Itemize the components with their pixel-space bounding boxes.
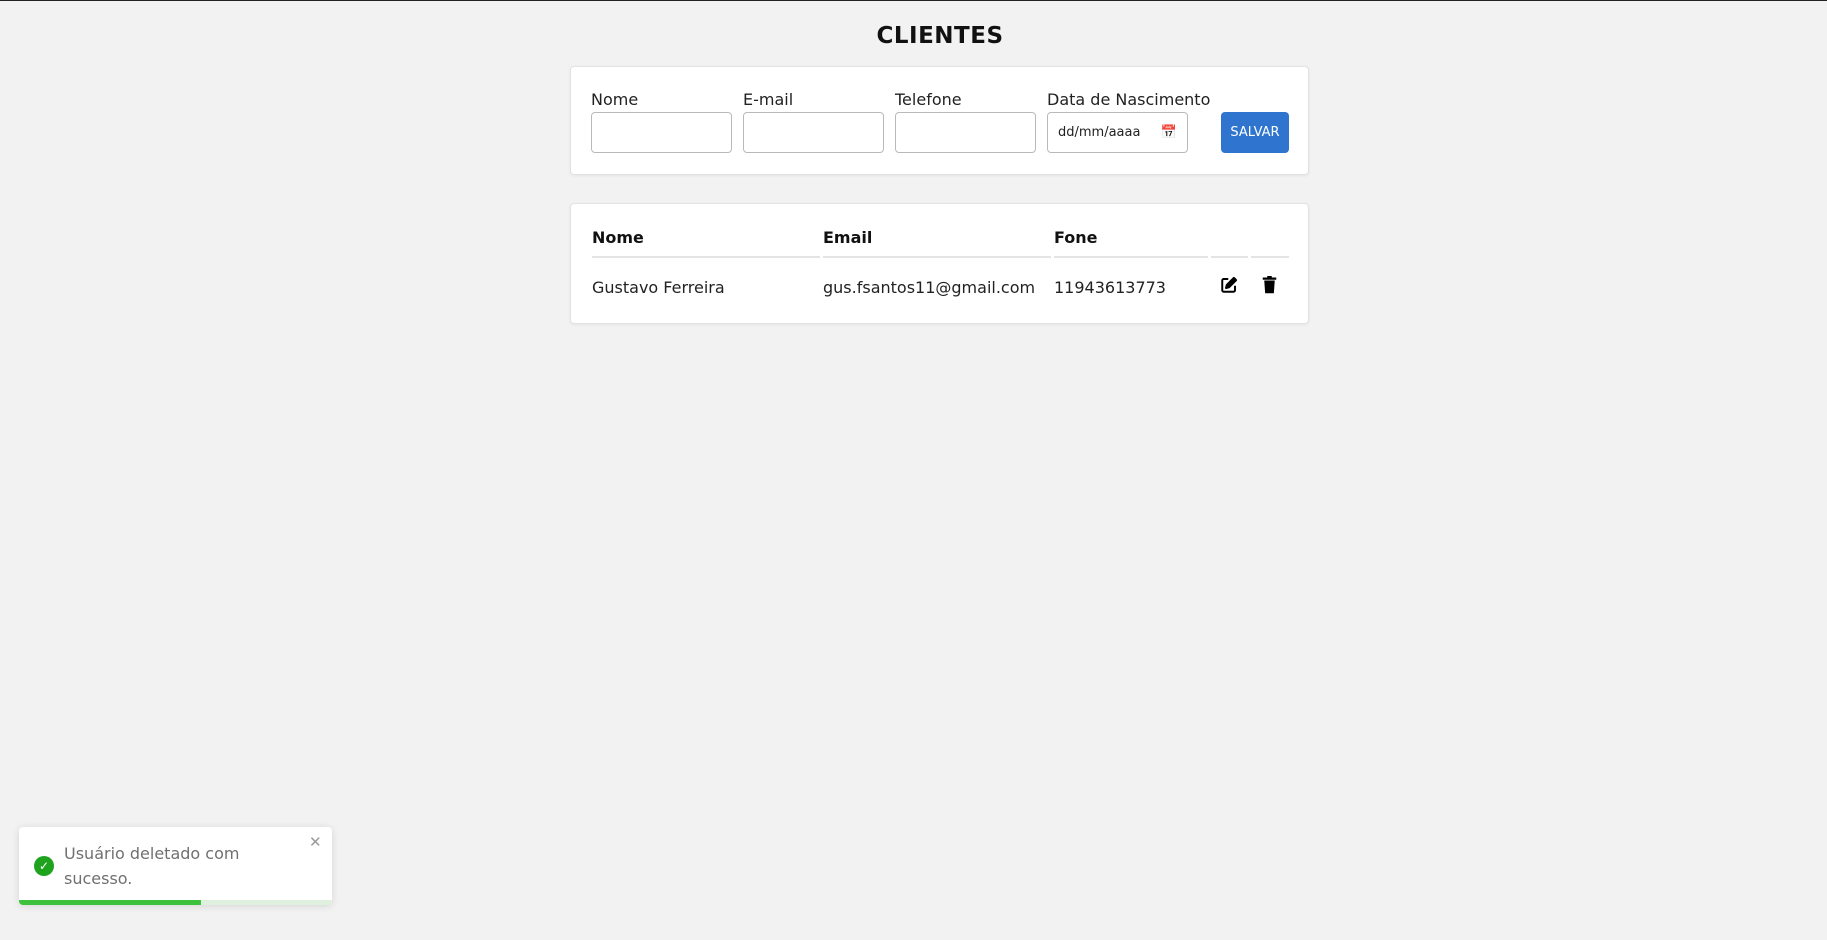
toast-progress-track [19,900,332,905]
header-divider [1054,256,1208,258]
header-divider [823,256,1051,258]
field-nome: Nome [591,90,732,153]
clients-table: Nome Email Fone Gustavo Ferreira gus.fsa… [570,203,1309,324]
field-data-nascimento: Data de Nascimento dd/mm/aaaa 📅 [1047,90,1211,153]
data-nascimento-input[interactable]: dd/mm/aaaa 📅 [1047,112,1188,153]
calendar-icon[interactable]: 📅 [1161,125,1177,140]
header-divider [1211,256,1248,258]
trash-icon[interactable] [1262,276,1277,298]
nome-input[interactable] [591,112,732,153]
save-button[interactable]: SALVAR [1221,112,1289,153]
cell-email: gus.fsantos11@gmail.com [823,278,1036,297]
field-telefone: Telefone [895,90,1036,153]
data-nascimento-label: Data de Nascimento [1047,90,1211,109]
header-divider [1251,256,1289,258]
email-input[interactable] [743,112,884,153]
toast-progress-bar [19,900,201,905]
header-email: Email [823,228,873,247]
email-label: E-mail [743,90,794,109]
edit-icon[interactable] [1220,276,1238,298]
telefone-input[interactable] [895,112,1036,153]
nome-label: Nome [591,90,639,109]
cell-fone: 11943613773 [1054,278,1166,297]
page-title: CLIENTES [876,23,1004,49]
cell-nome: Gustavo Ferreira [592,278,725,297]
header-divider [592,256,820,258]
header-nome: Nome [592,228,644,247]
close-icon[interactable]: ✕ [309,833,322,851]
toast-notification: ✓ Usuário deletado com sucesso. ✕ [19,827,332,905]
telefone-label: Telefone [895,90,962,109]
date-placeholder: dd/mm/aaaa [1058,125,1141,140]
check-circle-icon: ✓ [34,856,54,876]
header-fone: Fone [1054,228,1098,247]
toast-message: Usuário deletado com sucesso. [64,844,240,888]
client-form: Nome E-mail Telefone Data de Nascimento … [570,66,1309,175]
field-email: E-mail [743,90,884,153]
